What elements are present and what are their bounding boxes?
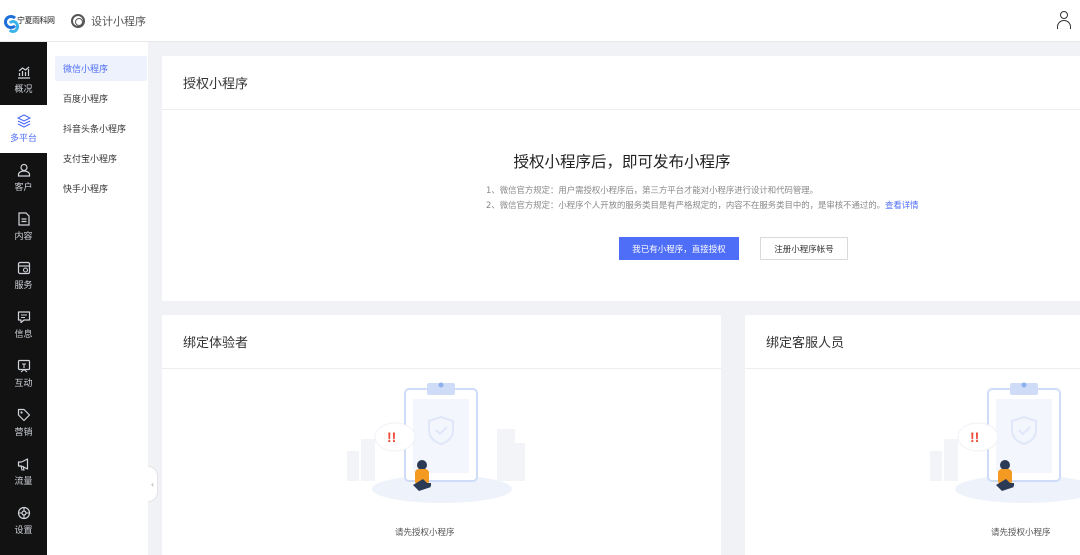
subnav-item-kuaishou[interactable]: 快手小程序 xyxy=(55,176,147,201)
brand-logo[interactable]: 宁夏雨科网 xyxy=(4,14,62,33)
card-title: 授权小程序 xyxy=(162,56,1080,110)
chevron-left-icon: ‹ xyxy=(150,479,155,489)
user-icon xyxy=(17,163,31,177)
empty-state-text: 请先授权小程序 xyxy=(395,528,455,538)
sidebar-item-label: 流量 xyxy=(14,477,33,487)
sidebar-item-traffic[interactable]: 流量 xyxy=(0,448,47,496)
megaphone-icon xyxy=(17,457,31,471)
sidebar-item-messages[interactable]: 信息 xyxy=(0,301,47,349)
authorize-miniprogram-card: 授权小程序 授权小程序后，即可发布小程序 1、微信官方规定：用户需授权小程序后，… xyxy=(162,56,1080,301)
platform-subnav: 微信小程序 百度小程序 抖音头条小程序 支付宝小程序 快手小程序 xyxy=(47,42,148,555)
message-icon xyxy=(17,310,31,324)
sidebar-item-settings[interactable]: 设置 xyxy=(0,497,47,545)
authorize-headline: 授权小程序后，即可发布小程序 xyxy=(513,153,731,171)
empty-state-illustration: !! xyxy=(347,381,527,511)
subnav-item-wechat[interactable]: 微信小程序 xyxy=(55,56,147,81)
design-miniprogram-label: 设计小程序 xyxy=(91,14,146,28)
sidebar-item-overview[interactable]: 概况 xyxy=(0,56,47,104)
svg-text:!!: !! xyxy=(970,429,979,445)
layers-icon xyxy=(16,114,31,128)
sidebar-item-label: 多平台 xyxy=(9,134,37,144)
design-icon xyxy=(71,13,85,28)
sidebar-item-label: 概况 xyxy=(14,85,33,95)
document-icon xyxy=(17,212,31,226)
service-icon xyxy=(17,261,31,275)
subnav-item-baidu[interactable]: 百度小程序 xyxy=(55,86,147,111)
card-title: 绑定体验者 xyxy=(162,315,721,369)
sidebar-item-interaction[interactable]: 互动 xyxy=(0,350,47,398)
empty-state-illustration: !! xyxy=(930,381,1080,511)
sidebar-item-multiplatform[interactable]: 多平台 xyxy=(0,105,47,153)
sidebar-item-label: 内容 xyxy=(14,232,33,242)
sidebar-item-customers[interactable]: 客户 xyxy=(0,154,47,202)
bind-tester-card: 绑定体验者 !! 请先授权小程序 xyxy=(162,315,721,555)
tag-icon xyxy=(17,408,31,422)
register-account-button[interactable]: 注册小程序帐号 xyxy=(760,237,848,260)
subnav-item-alipay[interactable]: 支付宝小程序 xyxy=(55,146,147,171)
sidebar-item-marketing[interactable]: 营销 xyxy=(0,399,47,447)
collapse-sidebar-button[interactable]: ‹ xyxy=(148,466,158,502)
interact-icon xyxy=(17,359,31,373)
authorize-note-1: 1、微信官方规定：用户需授权小程序后，第三方平台才能对小程序进行设计和代码管理。 xyxy=(486,185,818,195)
design-miniprogram-link[interactable]: 设计小程序 xyxy=(71,13,146,29)
sidebar-item-label: 互动 xyxy=(14,379,33,389)
sidebar-item-content[interactable]: 内容 xyxy=(0,203,47,251)
subnav-item-douyin[interactable]: 抖音头条小程序 xyxy=(55,116,147,141)
brand-logo-icon xyxy=(4,14,19,33)
brand-name: 宁夏雨科网 xyxy=(17,16,55,25)
user-account-icon[interactable] xyxy=(1056,11,1072,31)
bind-customer-service-card: 绑定客服人员 !! 请先授权小程序 xyxy=(745,315,1080,555)
authorize-note-2: 2、微信官方规定：小程序个人开放的服务类目是有严格规定的，内容不在服务类目中的，… xyxy=(486,200,919,210)
sidebar-item-label: 信息 xyxy=(14,330,33,340)
sidebar-item-service[interactable]: 服务 xyxy=(0,252,47,300)
chart-icon xyxy=(17,65,31,79)
sidebar-item-label: 客户 xyxy=(14,183,33,193)
authorize-existing-button[interactable]: 我已有小程序，直接授权 xyxy=(619,237,739,260)
empty-state-text: 请先授权小程序 xyxy=(991,528,1051,538)
svg-text:!!: !! xyxy=(387,429,396,445)
sidebar-item-label: 服务 xyxy=(14,281,33,291)
sidebar-item-label: 设置 xyxy=(14,526,33,536)
sidebar-item-label: 营销 xyxy=(14,428,33,438)
card-title: 绑定客服人员 xyxy=(745,315,1080,369)
main-sidebar: 概况 多平台 客户 内容 服务 信息 互动 营销 流量 设置 xyxy=(0,42,47,555)
top-bar: 宁夏雨科网 设计小程序 xyxy=(0,0,1080,42)
view-details-link[interactable]: 查看详情 xyxy=(885,200,919,210)
settings-icon xyxy=(17,506,31,520)
